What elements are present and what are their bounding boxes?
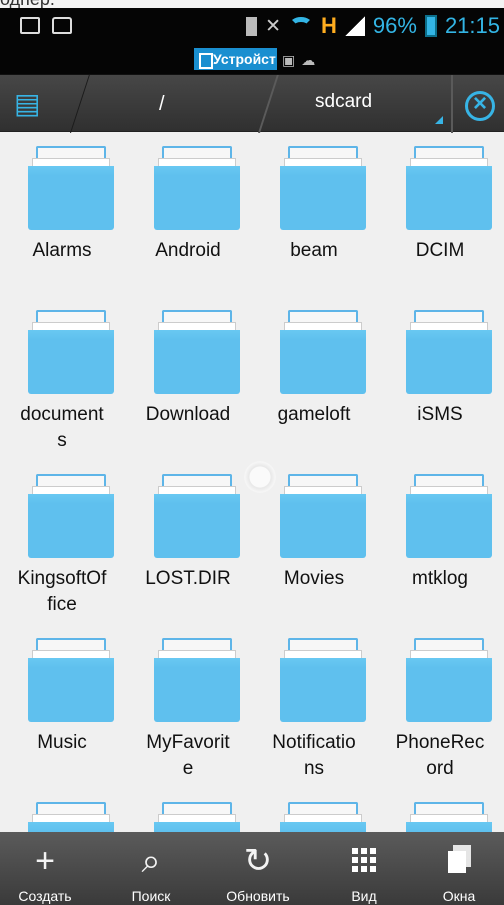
search-icon: ⌕: [141, 842, 161, 880]
folder-icon: [28, 638, 114, 722]
folder-label: gameloft: [277, 404, 351, 425]
folder-icon: [154, 146, 240, 230]
folder-icon: [406, 146, 492, 230]
windows-icon: [414, 845, 504, 877]
windows-label: Окна: [442, 888, 476, 904]
folder-label: DCIM: [415, 240, 465, 261]
folder-label: Notificatio ns: [272, 732, 356, 779]
device-icon[interactable]: ▤: [14, 89, 56, 119]
battery-icon: [424, 15, 437, 37]
folder-label: Movies: [283, 568, 345, 589]
folder-label: Alarms: [32, 240, 92, 261]
shopping-bag-notification-icon: [52, 17, 72, 34]
window-tabs: Устройст ▣ ☁: [0, 44, 504, 74]
folder-icon: [154, 310, 240, 394]
folder-label: beam: [290, 240, 338, 261]
folder-icon: [406, 310, 492, 394]
battery-percent: 96%: [372, 13, 417, 38]
create-label: Создать: [18, 888, 72, 904]
network-type: H: [321, 13, 337, 38]
dropdown-corner-icon[interactable]: [435, 116, 443, 124]
folder-icon: [28, 474, 114, 558]
refresh-button[interactable]: ↻ Обновить: [213, 832, 303, 905]
refresh-icon: ↻: [243, 842, 273, 880]
folder-icon: [280, 638, 366, 722]
muted-sound-icon: ✕: [265, 15, 281, 37]
wifi-icon: [289, 17, 313, 35]
folder-icon: [154, 474, 240, 558]
clock: 21:15: [444, 13, 500, 38]
folder-icon: [28, 310, 114, 394]
folder-icon: [280, 310, 366, 394]
root-path-label[interactable]: /: [159, 93, 165, 116]
folder-icon: [406, 638, 492, 722]
path-bar: ▤ / sdcard ×: [0, 74, 504, 133]
folder-label: iSMS: [417, 404, 463, 425]
signal-strength-icon: [344, 16, 365, 36]
folder-label: Music: [37, 732, 87, 753]
folder-label: Android: [155, 240, 221, 261]
folder-label: LOST.DIR: [145, 568, 231, 589]
bottom-toolbar: + Создать ⌕ Поиск ↻ Обновить Вид Окна: [0, 832, 504, 905]
folder-icon: [154, 802, 240, 832]
windows-button[interactable]: Окна: [414, 832, 504, 905]
folder-icon: [406, 802, 492, 832]
gallery-notification-icon: [20, 17, 40, 34]
folder-label: PhoneRec ord: [395, 732, 485, 779]
path-divider: [451, 75, 453, 133]
folder-icon: [154, 638, 240, 722]
plus-icon: +: [35, 842, 55, 880]
root-path-segment[interactable]: [70, 75, 279, 133]
folder-icon: [280, 474, 366, 558]
view-button[interactable]: Вид: [319, 832, 409, 905]
folder-icon: [28, 802, 114, 832]
view-label: Вид: [351, 888, 377, 904]
system-indicators: ✕ H 96% 21:15: [246, 13, 500, 39]
folder-icon: [406, 474, 492, 558]
device-tab[interactable]: Устройст: [194, 48, 277, 70]
folder-label: KingsoftOf fice: [17, 568, 107, 615]
search-label: Поиск: [131, 888, 171, 904]
current-folder-label[interactable]: sdcard: [315, 91, 372, 113]
cloud-tab-icon[interactable]: ☁: [301, 52, 315, 69]
folder-label: mtklog: [412, 568, 468, 589]
app-screen: одпер. ✕ H 96% 21:15 Устройст ▣ ☁ ▤ / sd…: [0, 0, 504, 905]
folder-icon: [28, 146, 114, 230]
loading-indicator: [242, 459, 278, 495]
computer-tab-icon[interactable]: ▣: [282, 52, 295, 69]
folder-icon: [280, 802, 366, 832]
close-circle-icon[interactable]: ×: [465, 91, 495, 121]
folder-label: MyFavorit e: [146, 732, 230, 779]
cropped-top-text: одпер.: [0, 0, 504, 9]
create-button[interactable]: + Создать: [0, 832, 90, 905]
grid-icon: [319, 845, 409, 877]
search-button[interactable]: ⌕ Поиск: [106, 832, 196, 905]
notification-icons: [20, 17, 72, 34]
status-bar: ✕ H 96% 21:15: [0, 8, 504, 44]
sim-card-icon: [246, 16, 258, 36]
folder-label: Download: [145, 404, 231, 425]
folder-icon: [280, 146, 366, 230]
folder-label: document s: [20, 404, 104, 451]
extra-tab-icons: ▣ ☁: [282, 52, 315, 69]
refresh-label: Обновить: [226, 888, 290, 904]
